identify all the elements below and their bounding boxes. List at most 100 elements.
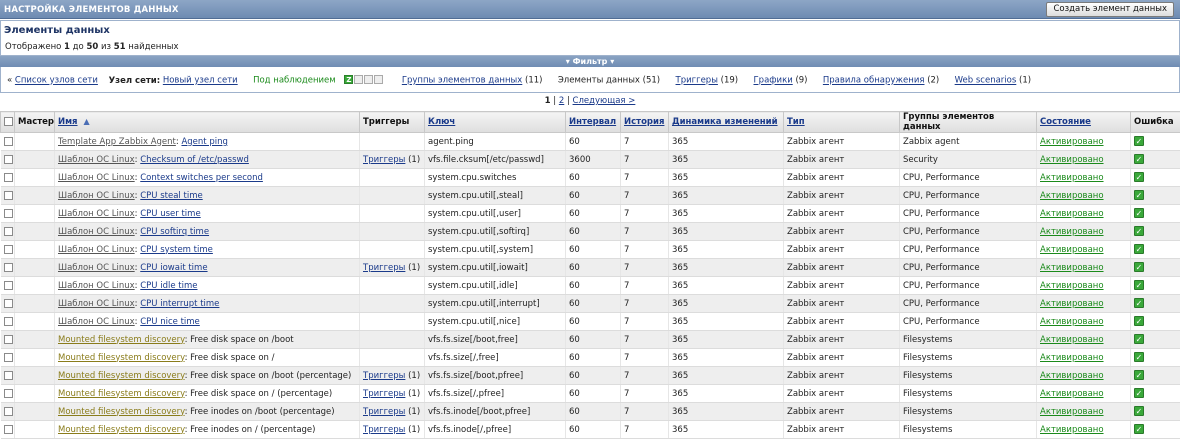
item-status-link[interactable]: Активировано — [1040, 227, 1104, 237]
host-name-link[interactable]: Новый узел сети — [163, 76, 238, 86]
item-status-link[interactable]: Активировано — [1040, 281, 1104, 291]
discovery-count: (2) — [927, 76, 939, 86]
row-checkbox[interactable] — [4, 155, 13, 164]
item-triggers-link[interactable]: Триггеры — [363, 389, 405, 399]
item-status-link[interactable]: Активировано — [1040, 155, 1104, 165]
col-name-sort-link[interactable]: Имя — [58, 117, 78, 127]
item-template-link[interactable]: Шаблон ОС Linux — [58, 155, 135, 165]
item-applications: CPU, Performance — [900, 259, 1037, 277]
row-checkbox[interactable] — [4, 191, 13, 200]
item-name-link[interactable]: CPU nice time — [140, 317, 200, 327]
col-interval-sort-link[interactable]: Интервал — [569, 117, 616, 127]
item-name-link[interactable]: CPU steal time — [140, 191, 202, 201]
item-status-link[interactable]: Активировано — [1040, 245, 1104, 255]
item-status-link[interactable]: Активировано — [1040, 137, 1104, 147]
create-item-button[interactable]: Создать элемент данных — [1046, 2, 1174, 17]
item-name-link[interactable]: CPU system time — [140, 245, 213, 255]
col-type[interactable]: Тип — [784, 112, 900, 133]
item-template-link[interactable]: Шаблон ОС Linux — [58, 245, 135, 255]
row-checkbox[interactable] — [4, 245, 13, 254]
row-checkbox[interactable] — [4, 317, 13, 326]
row-checkbox[interactable] — [4, 335, 13, 344]
item-name-link[interactable]: Agent ping — [181, 137, 227, 147]
item-status-link[interactable]: Активировано — [1040, 173, 1104, 183]
item-status-link[interactable]: Активировано — [1040, 263, 1104, 273]
row-checkbox[interactable] — [4, 209, 13, 218]
item-status-link[interactable]: Активировано — [1040, 407, 1104, 417]
item-history: 7 — [621, 277, 669, 295]
item-template-link[interactable]: Шаблон ОС Linux — [58, 299, 135, 309]
item-template-link[interactable]: Шаблон ОС Linux — [58, 227, 135, 237]
col-status[interactable]: Состояние — [1037, 112, 1131, 133]
item-status-link[interactable]: Активировано — [1040, 191, 1104, 201]
col-key[interactable]: Ключ — [425, 112, 566, 133]
row-checkbox[interactable] — [4, 137, 13, 146]
nav-graphs-link[interactable]: Графики — [753, 76, 792, 86]
item-template-link[interactable]: Шаблон ОС Linux — [58, 191, 135, 201]
next-page-link[interactable]: Следующая > — [573, 96, 636, 106]
col-interval[interactable]: Интервал — [566, 112, 621, 133]
filter-toggle[interactable]: ▾ Фильтр ▾ — [0, 56, 1180, 67]
row-checkbox[interactable] — [4, 407, 13, 416]
col-name[interactable]: Имя▲ — [55, 112, 360, 133]
item-status-link[interactable]: Активировано — [1040, 299, 1104, 309]
item-template-link[interactable]: Шаблон ОС Linux — [58, 281, 135, 291]
item-template-link[interactable]: Mounted filesystem discovery — [58, 425, 185, 435]
nav-discovery-link[interactable]: Правила обнаружения — [823, 76, 925, 86]
table-row: Шаблон ОС Linux: CPU steal timesystem.cp… — [1, 187, 1180, 205]
item-status-link[interactable]: Активировано — [1040, 353, 1104, 363]
item-name-link[interactable]: Checksum of /etc/passwd — [140, 155, 249, 165]
col-type-sort-link[interactable]: Тип — [787, 117, 805, 127]
item-template-link[interactable]: Шаблон ОС Linux — [58, 317, 135, 327]
item-status-link[interactable]: Активировано — [1040, 371, 1104, 381]
item-name-link[interactable]: CPU iowait time — [140, 263, 207, 273]
item-triggers-link[interactable]: Триггеры — [363, 407, 405, 417]
row-select-cell — [1, 403, 15, 421]
item-name-link[interactable]: CPU interrupt time — [140, 299, 219, 309]
item-status-link[interactable]: Активировано — [1040, 317, 1104, 327]
item-name-link[interactable]: CPU softirq time — [140, 227, 209, 237]
item-status-link[interactable]: Активировано — [1040, 425, 1104, 435]
item-template-link[interactable]: Template App Zabbix Agent — [58, 137, 176, 147]
col-trends-sort-link[interactable]: Динамика изменений — [672, 117, 778, 127]
item-template-link[interactable]: Шаблон ОС Linux — [58, 263, 135, 273]
row-checkbox[interactable] — [4, 227, 13, 236]
row-checkbox[interactable] — [4, 371, 13, 380]
web-count: (1) — [1019, 76, 1031, 86]
col-trends[interactable]: Динамика изменений — [669, 112, 784, 133]
col-status-sort-link[interactable]: Состояние — [1040, 117, 1091, 127]
item-name-link[interactable]: Context switches per second — [140, 173, 263, 183]
item-template-link[interactable]: Mounted filesystem discovery — [58, 407, 185, 417]
item-triggers-link[interactable]: Триггеры — [363, 263, 405, 273]
item-template-link[interactable]: Mounted filesystem discovery — [58, 389, 185, 399]
select-all-checkbox[interactable] — [4, 117, 13, 126]
item-template-link[interactable]: Шаблон ОС Linux — [58, 209, 135, 219]
nav-triggers-link[interactable]: Триггеры — [676, 76, 718, 86]
item-triggers-link[interactable]: Триггеры — [363, 425, 405, 435]
col-history[interactable]: История — [621, 112, 669, 133]
nav-web-link[interactable]: Web scenarios — [955, 76, 1017, 86]
item-status-link[interactable]: Активировано — [1040, 335, 1104, 345]
item-status-link[interactable]: Активировано — [1040, 209, 1104, 219]
nav-applications-link[interactable]: Группы элементов данных — [402, 76, 522, 86]
row-checkbox[interactable] — [4, 353, 13, 362]
item-template-link[interactable]: Mounted filesystem discovery — [58, 353, 185, 363]
item-status-link[interactable]: Активировано — [1040, 389, 1104, 399]
row-checkbox[interactable] — [4, 281, 13, 290]
row-checkbox[interactable] — [4, 173, 13, 182]
row-checkbox[interactable] — [4, 263, 13, 272]
item-triggers-link[interactable]: Триггеры — [363, 371, 405, 381]
item-template-link[interactable]: Mounted filesystem discovery — [58, 335, 185, 345]
row-checkbox[interactable] — [4, 389, 13, 398]
col-key-sort-link[interactable]: Ключ — [428, 117, 455, 127]
item-triggers-link[interactable]: Триггеры — [363, 155, 405, 165]
item-template-link[interactable]: Mounted filesystem discovery — [58, 371, 185, 381]
page-2-link[interactable]: 2 — [559, 96, 564, 106]
row-checkbox[interactable] — [4, 425, 13, 434]
row-checkbox[interactable] — [4, 299, 13, 308]
item-template-link[interactable]: Шаблон ОС Linux — [58, 173, 135, 183]
col-history-sort-link[interactable]: История — [624, 117, 664, 127]
host-list-link[interactable]: Список узлов сети — [15, 76, 98, 86]
item-name-link[interactable]: CPU user time — [140, 209, 200, 219]
item-name-link[interactable]: CPU idle time — [140, 281, 197, 291]
